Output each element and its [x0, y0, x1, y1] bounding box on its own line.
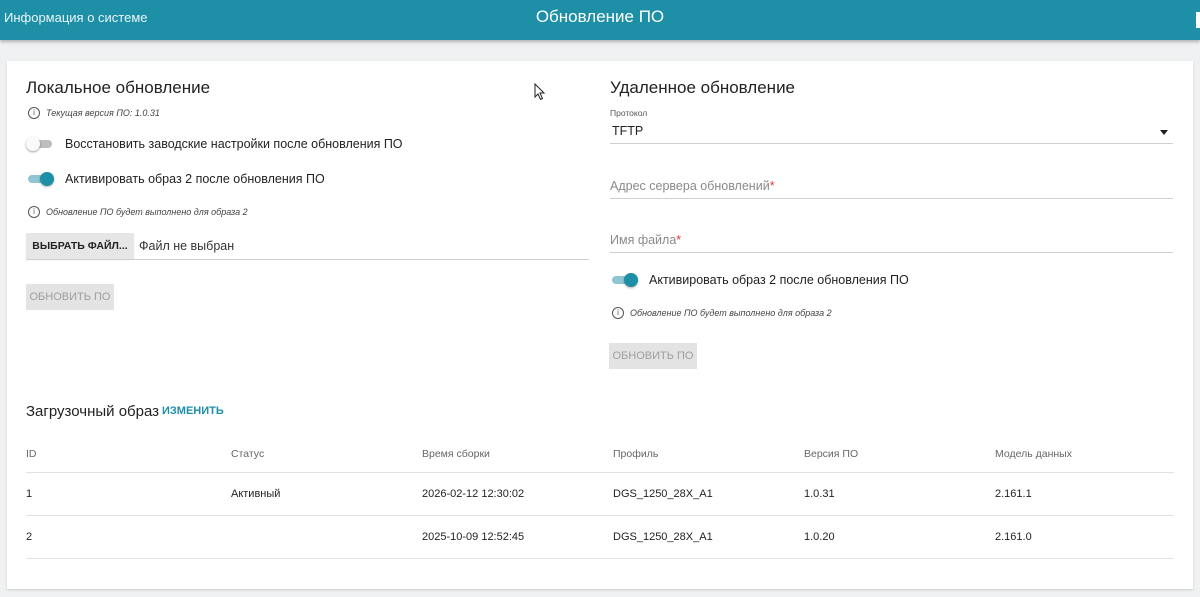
table-header-row: ID Статус Время сборки Профиль Версия ПО… [26, 435, 1174, 473]
change-boot-image-link[interactable]: ИЗМЕНИТЬ [162, 405, 224, 417]
cell-profile: DGS_1250_28X_A1 [613, 515, 804, 559]
chevron-down-icon[interactable] [1160, 130, 1168, 135]
cell-profile: DGS_1250_28X_A1 [613, 472, 804, 516]
page-title: Обновление ПО [535, 7, 665, 26]
filename-underline [610, 252, 1173, 253]
column-header-build-time: Время сборки [422, 435, 613, 473]
info-icon: i [28, 107, 40, 119]
cell-data-model: 2.161.1 [995, 472, 1174, 516]
toggle-knob [624, 273, 638, 287]
file-field-underline [26, 259, 589, 260]
local-update-title: Локальное обновление [26, 78, 211, 97]
table-row: 2 2025-10-09 12:52:45 DGS_1250_28X_A1 1.… [26, 515, 1174, 559]
current-version-info: i Текущая версия ПО: 1.0.31 [28, 107, 160, 119]
restore-defaults-toggle[interactable] [26, 136, 54, 152]
remote-update-button[interactable]: ОБНОВИТЬ ПО [609, 343, 697, 369]
local-update-note-text: Обновление ПО будет выполнено для образа… [46, 207, 248, 217]
boot-image-table: ID Статус Время сборки Профиль Версия ПО… [26, 435, 1174, 559]
server-address-underline [610, 198, 1173, 199]
protocol-select[interactable]: TFTP [612, 124, 643, 138]
required-mark: * [769, 179, 775, 193]
remote-activate-image2-row: Активировать образ 2 после обновления ПО [610, 272, 909, 288]
cell-data-model: 2.161.0 [995, 515, 1174, 559]
activate-image2-label: Активировать образ 2 после обновления ПО [65, 172, 325, 186]
restore-defaults-label: Восстановить заводские настройки после о… [65, 137, 403, 151]
activate-image2-row: Активировать образ 2 после обновления ПО [26, 171, 325, 187]
current-version-text: Текущая версия ПО: 1.0.31 [46, 108, 160, 118]
protocol-underline [610, 143, 1173, 144]
remote-update-title: Удаленное обновление [610, 78, 796, 97]
toggle-knob [40, 172, 54, 186]
server-address-input[interactable]: Адрес сервера обновлений* [610, 179, 775, 193]
remote-activate-image2-label: Активировать образ 2 после обновления ПО [649, 273, 909, 287]
remote-activate-image2-toggle[interactable] [610, 272, 638, 288]
column-header-version: Версия ПО [804, 435, 995, 473]
toggle-knob [26, 137, 40, 151]
cell-version: 1.0.20 [804, 515, 995, 559]
info-icon: i [612, 307, 624, 319]
column-header-status: Статус [231, 435, 422, 473]
server-address-placeholder: Адрес сервера обновлений [610, 179, 770, 193]
cell-version: 1.0.31 [804, 472, 995, 516]
info-icon: i [28, 206, 40, 218]
filename-placeholder: Имя файла [610, 233, 677, 247]
cell-status [231, 515, 422, 559]
column-header-data-model: Модель данных [995, 435, 1174, 473]
top-bar: Информация о системе Обновление ПО [0, 0, 1200, 40]
column-header-id: ID [26, 435, 231, 473]
local-update-button[interactable]: ОБНОВИТЬ ПО [26, 284, 114, 310]
protocol-label: Протокол [610, 108, 648, 118]
cell-id: 2 [26, 515, 231, 559]
restore-defaults-row: Восстановить заводские настройки после о… [26, 136, 403, 152]
activate-image2-toggle[interactable] [26, 171, 54, 187]
boot-image-title: Загрузочный образ [26, 403, 160, 420]
mouse-cursor-icon [534, 83, 546, 101]
choose-file-button[interactable]: ВЫБРАТЬ ФАЙЛ... [26, 233, 134, 259]
required-mark: * [676, 233, 682, 247]
table-row: 1 Активный 2026-02-12 12:30:02 DGS_1250_… [26, 472, 1174, 516]
filename-input[interactable]: Имя файла* [610, 233, 681, 247]
cell-build-time: 2026-02-12 12:30:02 [422, 472, 613, 516]
remote-update-note: i Обновление ПО будет выполнено для обра… [612, 307, 832, 319]
cell-build-time: 2025-10-09 12:52:45 [422, 515, 613, 559]
column-header-profile: Профиль [613, 435, 804, 473]
remote-update-note-text: Обновление ПО будет выполнено для образа… [630, 308, 832, 318]
cell-status: Активный [231, 472, 422, 516]
file-status: Файл не выбран [139, 239, 235, 253]
header-edge-marker [1196, 12, 1200, 28]
local-update-note: i Обновление ПО будет выполнено для обра… [28, 206, 248, 218]
firmware-update-card: Локальное обновление i Текущая версия ПО… [7, 61, 1193, 589]
cell-id: 1 [26, 472, 231, 516]
